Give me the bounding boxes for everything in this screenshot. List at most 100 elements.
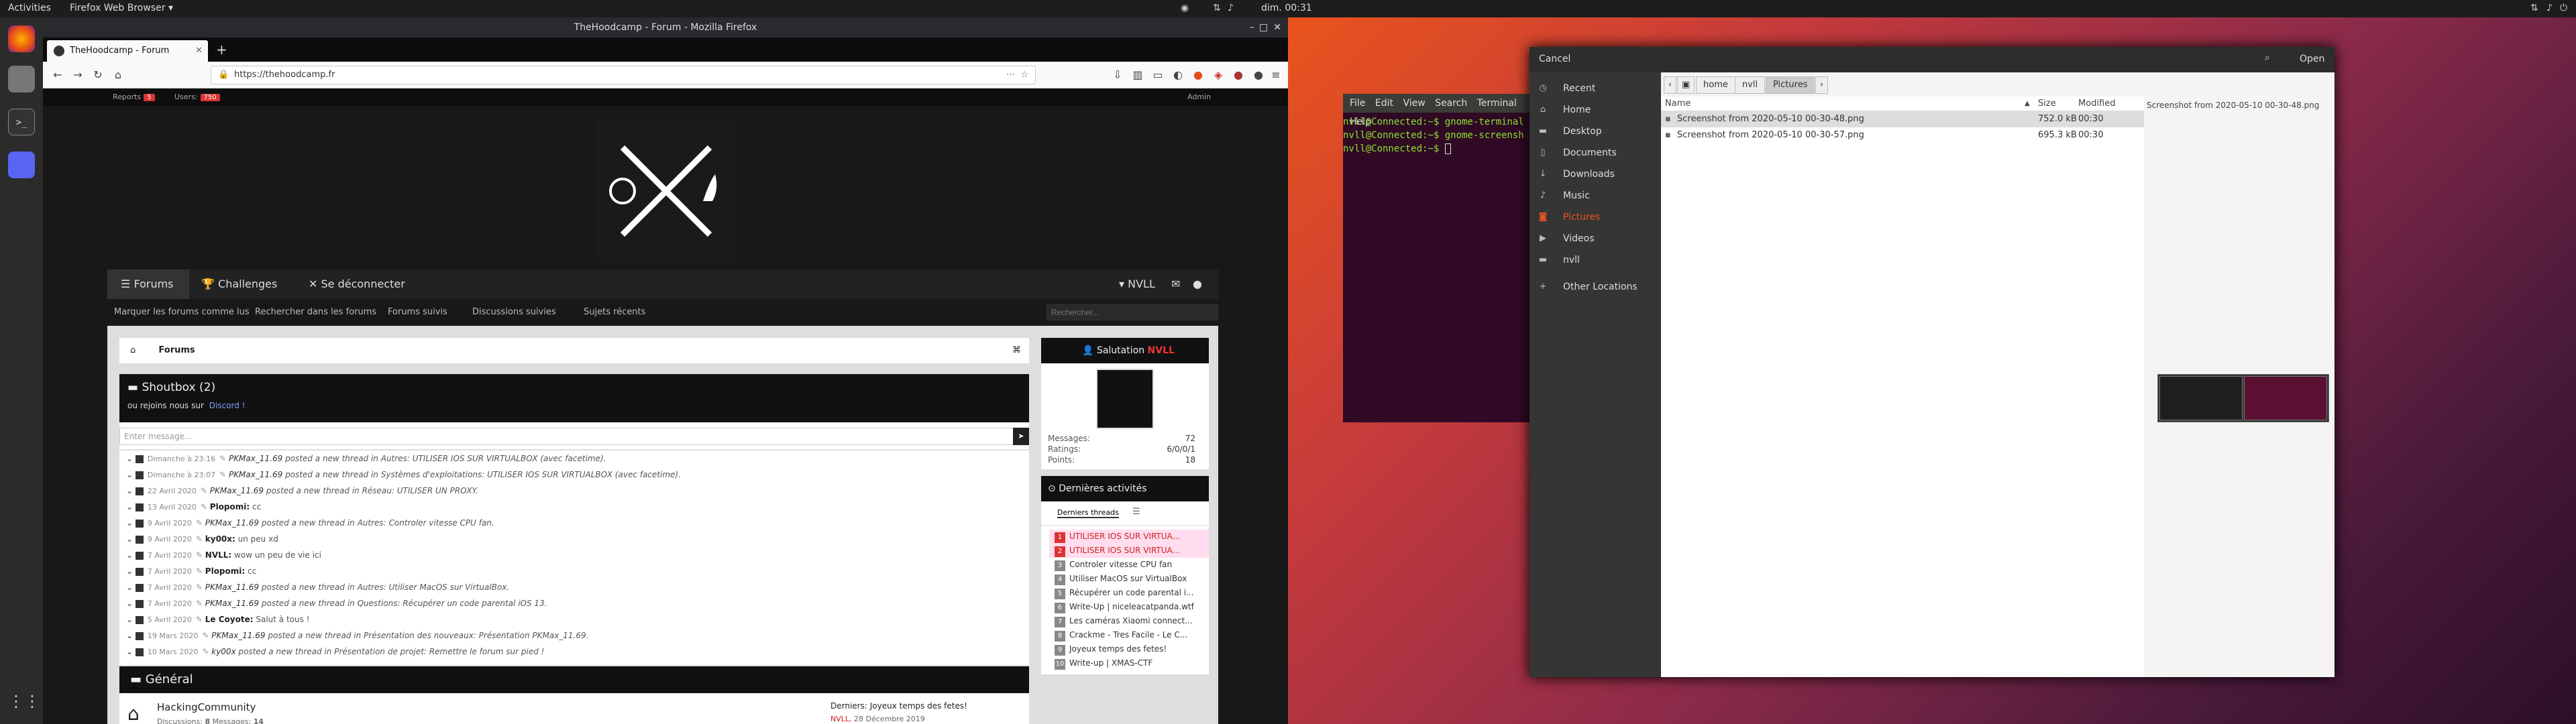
collapse-icon[interactable]: ⌄ <box>126 583 133 592</box>
url-bar[interactable]: 🔒 https://thehoodcamp.fr ⋯ ☆ <box>211 66 1036 84</box>
place-other-locations[interactable]: + Other Locations <box>1529 276 1661 298</box>
inbox-icon[interactable]: ✉ <box>1171 269 1180 299</box>
library-icon[interactable]: ▥ <box>1130 67 1146 83</box>
terminal-menu-file[interactable]: File <box>1350 98 1365 109</box>
sitemap-icon[interactable]: ⌘ <box>1012 338 1021 363</box>
collapse-icon[interactable]: ⌄ <box>126 518 133 528</box>
place-nvll[interactable]: ▬ nvll <box>1529 249 1661 271</box>
reports-link[interactable]: Reports 5 <box>113 93 155 101</box>
cancel-button[interactable]: Cancel <box>1539 54 1570 64</box>
search-input[interactable] <box>1046 304 1218 320</box>
firefox-icon[interactable] <box>8 25 35 52</box>
admin-link[interactable]: Admin <box>1187 93 1211 101</box>
back-button[interactable]: ← <box>50 67 66 83</box>
column-name[interactable]: Name <box>1665 97 1690 111</box>
sidebar-icon[interactable]: ▭ <box>1150 67 1166 83</box>
place-pictures[interactable]: ◙ Pictures <box>1529 206 1661 228</box>
users-link[interactable]: Users: 750 <box>174 93 220 101</box>
clock[interactable]: dim. 00:31 <box>1261 3 1312 13</box>
file-row[interactable]: ▪ Screenshot from 2020-05-10 00-30-57.pn… <box>1661 127 2144 143</box>
discord-link[interactable]: Discord ! <box>209 401 246 410</box>
search-icon[interactable]: ⌕ <box>2265 52 2270 63</box>
path-home[interactable]: home <box>1696 76 1735 94</box>
reload-button[interactable]: ↻ <box>90 67 106 83</box>
sort-icon[interactable]: ▲ <box>2025 97 2030 111</box>
thread-item[interactable]: 7 Les caméras Xiaomi connect... <box>1049 614 1209 628</box>
avatar[interactable] <box>135 455 144 463</box>
breadcrumb-forums[interactable]: Forums <box>158 345 195 355</box>
avatar[interactable] <box>135 519 144 528</box>
subnav-link[interactable]: Discussions suivies <box>472 307 556 317</box>
thread-item[interactable]: 5 Récupérer un code parental i... <box>1049 586 1209 600</box>
page-actions-icon[interactable]: ⋯ <box>1006 66 1015 84</box>
shoutbox-input[interactable]: Enter message... <box>119 428 1029 445</box>
files-icon[interactable] <box>8 66 35 93</box>
user-menu[interactable]: ▾ NVLL <box>1119 269 1155 299</box>
drive-icon[interactable]: ▣ <box>1677 76 1695 94</box>
app-menu[interactable]: Firefox Web Browser ▾ <box>70 3 173 13</box>
terminal-menu-edit[interactable]: Edit <box>1375 98 1393 109</box>
home-icon[interactable]: ⌂ <box>130 345 136 355</box>
place-home[interactable]: ⌂ Home <box>1529 99 1661 121</box>
extension-icon[interactable]: ● <box>1250 67 1267 83</box>
thread-item[interactable]: 3 Controler vitesse CPU fan <box>1049 558 1209 572</box>
extension-icon[interactable]: ◈ <box>1210 67 1226 83</box>
terminal-menu-view[interactable]: View <box>1403 98 1425 109</box>
thread-item[interactable]: 9 Joyeux temps des fetes! <box>1049 642 1209 656</box>
tab-latest-threads[interactable]: Derniers threads <box>1057 508 1119 518</box>
place-downloads[interactable]: ↓ Downloads <box>1529 164 1661 185</box>
new-tab-button[interactable]: + <box>216 42 227 58</box>
terminal-window[interactable]: File Edit View Search Terminal Help nvll… <box>1343 94 1544 422</box>
close-button[interactable]: ✕ <box>1273 17 1281 38</box>
collapse-icon[interactable]: ⌄ <box>126 534 133 544</box>
avatar[interactable] <box>135 471 144 479</box>
discord-icon[interactable] <box>8 152 35 178</box>
avatar[interactable] <box>1096 369 1154 429</box>
power-icon[interactable]: ⏻ <box>2560 3 2567 13</box>
volume-icon[interactable]: ♪ <box>1228 3 1234 13</box>
network-icon[interactable]: ⇅ <box>1213 3 1221 13</box>
thread-item[interactable]: 2 UTILISER IOS SUR VIRTUA... <box>1049 544 1209 558</box>
avatar[interactable] <box>135 551 144 560</box>
path-nvll[interactable]: nvll <box>1735 76 1766 94</box>
activities-button[interactable]: Activities <box>8 3 51 13</box>
maximize-button[interactable]: □ <box>1259 17 1268 38</box>
thread-item[interactable]: 10 Write-up | XMAS-CTF <box>1049 656 1209 670</box>
downloads-icon[interactable]: ⇩ <box>1110 67 1126 83</box>
extension-icon[interactable]: ◐ <box>1170 67 1186 83</box>
discord-tray-icon[interactable]: ◉ <box>1181 3 1189 13</box>
list-icon[interactable]: ☰ <box>1132 507 1140 517</box>
collapse-icon[interactable]: ⌄ <box>126 647 133 656</box>
place-documents[interactable]: ▯ Documents <box>1529 142 1661 164</box>
place-recent[interactable]: ◷ Recent <box>1529 78 1661 99</box>
browser-tab[interactable]: TheHoodcamp - Forum ✕ <box>47 40 208 62</box>
subnav-link[interactable]: Forums suivis <box>388 307 447 317</box>
avatar[interactable] <box>135 567 144 576</box>
nav-logout[interactable]: ✕ Se déconnecter <box>309 269 405 299</box>
collapse-icon[interactable]: ⌄ <box>126 615 133 624</box>
path-forward-icon[interactable]: › <box>1815 76 1829 94</box>
subnav-link[interactable]: Marquer les forums comme lus <box>114 307 250 317</box>
thread-item[interactable]: 8 Crackme - Tres Facile - Le C... <box>1049 628 1209 642</box>
terminal-menu-terminal[interactable]: Terminal <box>1477 98 1517 109</box>
open-button[interactable]: Open <box>2300 54 2324 64</box>
path-pictures[interactable]: Pictures <box>1766 76 1815 94</box>
volume-icon[interactable]: ♪ <box>2546 3 2553 13</box>
minimize-button[interactable]: – <box>1250 17 1254 38</box>
place-desktop[interactable]: ▬ Desktop <box>1529 121 1661 142</box>
path-back-icon[interactable]: ‹ <box>1664 76 1677 94</box>
extension-icon[interactable]: ● <box>1190 67 1206 83</box>
place-music[interactable]: ♪ Music <box>1529 185 1661 206</box>
network-icon[interactable]: ⇅ <box>2530 3 2538 13</box>
nav-forums[interactable]: ☰ Forums <box>107 269 189 299</box>
collapse-icon[interactable]: ⌄ <box>126 550 133 560</box>
terminal-menu-search[interactable]: Search <box>1435 98 1467 109</box>
show-apps-icon[interactable]: ⋮⋮ <box>8 688 40 715</box>
forum-row[interactable]: ⌂ HackingCommunity Discussions: 8 Messag… <box>119 693 1029 724</box>
terminal-icon[interactable]: >_ <box>8 109 35 135</box>
avatar[interactable] <box>135 615 144 624</box>
send-button[interactable]: ➤ <box>1013 428 1029 445</box>
forward-button[interactable]: → <box>70 67 86 83</box>
avatar[interactable] <box>135 631 144 640</box>
collapse-icon[interactable]: ⌄ <box>126 486 133 495</box>
